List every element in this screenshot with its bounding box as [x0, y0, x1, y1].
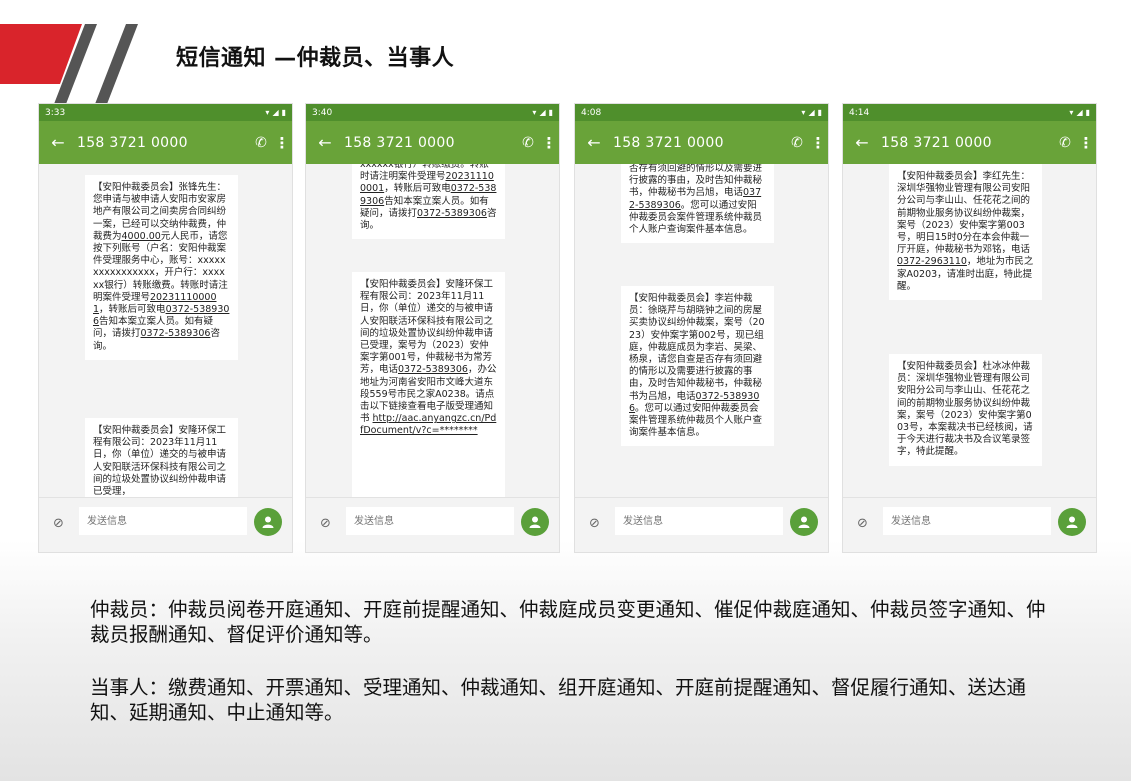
contact-number: 158 3721 0000	[613, 134, 724, 151]
person-icon	[262, 516, 274, 528]
attach-icon[interactable]: ⊘	[857, 516, 868, 531]
compose-bar: ⊘	[843, 497, 1096, 552]
message-text: 。您可以通过安阳仲裁委员会案件管理系统仲裁员个人账户查询案件基本信息。	[629, 402, 763, 439]
conversation-toolbar: ← 158 3721 0000 ✆ ⋮	[575, 121, 828, 164]
wifi-icon: ▾	[265, 108, 270, 117]
page-title: 短信通知 —仲裁员、当事人	[176, 46, 455, 71]
status-icons: ▾ ◢ ▮	[1069, 108, 1090, 117]
attach-icon[interactable]: ⊘	[320, 516, 331, 531]
contact-number: 158 3721 0000	[77, 134, 188, 151]
back-arrow-icon[interactable]: ←	[575, 133, 613, 152]
status-icons: ▾ ◢ ▮	[801, 108, 822, 117]
brand-logo	[0, 24, 138, 104]
message-thread[interactable]: xxxxxx银行）转账缴费。转账时请注明案件受理号202311100001，转账…	[306, 164, 559, 498]
compose-bar: ⊘	[575, 497, 828, 552]
contact-avatar-button[interactable]	[521, 508, 549, 536]
message-link[interactable]: 0372-5389306	[398, 364, 468, 375]
message-text: ，转账后可致电	[384, 183, 451, 195]
compose-bar: ⊘	[39, 497, 292, 552]
status-icons: ▾ ◢ ▮	[265, 108, 286, 117]
status-time: 4:08	[581, 107, 602, 118]
battery-icon: ▮	[548, 108, 553, 117]
message-link[interactable]: 0372-2963110	[897, 256, 967, 267]
signal-icon: ◢	[539, 108, 546, 117]
status-bar: 4:08 ▾ ◢ ▮	[575, 104, 828, 121]
status-bar: 3:33 ▾ ◢ ▮	[39, 104, 292, 121]
message-text: ，转账后可致电	[99, 304, 166, 316]
more-options-icon[interactable]: ⋮	[808, 134, 828, 152]
status-time: 4:14	[849, 107, 870, 118]
message-thread[interactable]: 否存有须回避的情形以及需要进行披露的事由，及时告知仲裁秘书，仲裁秘书为吕旭，电话…	[575, 164, 828, 498]
battery-icon: ▮	[281, 108, 286, 117]
contact-avatar-button[interactable]	[1058, 508, 1086, 536]
contact-avatar-button[interactable]	[254, 508, 282, 536]
message-link[interactable]: 4000.00	[122, 231, 161, 242]
logo-gray-stripe-2	[95, 24, 138, 104]
message-text: 【安阳仲裁委员会】李红先生：深圳华强物业管理有限公司安阳分公司与李山山、任花花之…	[897, 171, 1031, 256]
attach-icon[interactable]: ⊘	[589, 516, 600, 531]
call-icon[interactable]: ✆	[1054, 135, 1076, 151]
battery-icon: ▮	[1085, 108, 1090, 117]
call-icon[interactable]: ✆	[517, 135, 539, 151]
back-arrow-icon[interactable]: ←	[306, 133, 344, 152]
message-bubble: 【安阳仲裁委员会】李岩仲裁员：徐晓芹与胡晓钟之间的房屋买卖协议纠纷仲裁案，案号（…	[621, 286, 774, 447]
wifi-icon: ▾	[801, 108, 806, 117]
party-notifications-caption: 当事人：缴费通知、开票通知、受理通知、仲裁通知、组开庭通知、开庭前提醒通知、督促…	[90, 676, 1027, 724]
status-time: 3:33	[45, 107, 66, 118]
message-input[interactable]	[346, 507, 514, 535]
message-bubble: 【安阳仲裁委员会】李红先生：深圳华强物业管理有限公司安阳分公司与李山山、任花花之…	[889, 164, 1042, 301]
message-thread[interactable]: 【安阳仲裁委员会】李红先生：深圳华强物业管理有限公司安阳分公司与李山山、任花花之…	[843, 164, 1096, 498]
more-options-icon[interactable]: ⋮	[272, 134, 292, 152]
conversation-toolbar: ← 158 3721 0000 ✆ ⋮	[843, 121, 1096, 164]
person-icon	[1066, 516, 1078, 528]
message-link[interactable]: 0372-5389306	[141, 328, 211, 339]
compose-bar: ⊘	[306, 497, 559, 552]
message-bubble: 【安阳仲裁委员会】安隆环保工程有限公司：2023年11月11日，你（单位）递交的…	[85, 418, 238, 498]
message-link[interactable]: http://aac.anyangzc.cn/PdfDocument/v?c=*…	[360, 413, 496, 436]
status-bar: 3:40 ▾ ◢ ▮	[306, 104, 559, 121]
phone-screenshot-4: 4:14 ▾ ◢ ▮ ← 158 3721 0000 ✆ ⋮ 【安阳仲裁委员会】…	[843, 104, 1096, 552]
message-text: 【安阳仲裁委员会】安隆环保工程有限公司：2023年11月11日，你（单位）递交的…	[360, 279, 494, 376]
message-bubble: 【安阳仲裁委员会】杜冰冰仲裁员：深圳华强物业管理有限公司安阳分公司与李山山、任花…	[889, 354, 1042, 466]
phone-screenshot-1: 3:33 ▾ ◢ ▮ ← 158 3721 0000 ✆ ⋮ 【安阳仲裁委员会】…	[39, 104, 292, 552]
message-text: 【安阳仲裁委员会】李岩仲裁员：徐晓芹与胡晓钟之间的房屋买卖协议纠纷仲裁案，案号（…	[629, 293, 765, 402]
message-bubble: 否存有须回避的情形以及需要进行披露的事由，及时告知仲裁秘书，仲裁秘书为吕旭，电话…	[621, 164, 774, 244]
more-options-icon[interactable]: ⋮	[539, 134, 559, 152]
message-bubble: 【安阳仲裁委员会】安隆环保工程有限公司：2023年11月11日，你（单位）递交的…	[352, 272, 505, 498]
call-icon[interactable]: ✆	[786, 135, 808, 151]
signal-icon: ◢	[1076, 108, 1083, 117]
battery-icon: ▮	[817, 108, 822, 117]
person-icon	[529, 516, 541, 528]
phone-screenshot-3: 4:08 ▾ ◢ ▮ ← 158 3721 0000 ✆ ⋮ 否存有须回避的情形…	[575, 104, 828, 552]
status-time: 3:40	[312, 107, 333, 118]
status-icons: ▾ ◢ ▮	[532, 108, 553, 117]
contact-avatar-button[interactable]	[790, 508, 818, 536]
more-options-icon[interactable]: ⋮	[1076, 134, 1096, 152]
wifi-icon: ▾	[1069, 108, 1074, 117]
back-arrow-icon[interactable]: ←	[843, 133, 881, 152]
message-text: 【安阳仲裁委员会】杜冰冰仲裁员：深圳华强物业管理有限公司安阳分公司与李山山、任花…	[897, 361, 1033, 458]
arbitrator-notifications-caption: 仲裁员：仲裁员阅卷开庭通知、开庭前提醒通知、仲裁庭成员变更通知、催促仲裁庭通知、…	[90, 598, 1046, 646]
contact-number: 158 3721 0000	[881, 134, 992, 151]
wifi-icon: ▾	[532, 108, 537, 117]
message-text: 【安阳仲裁委员会】安隆环保工程有限公司：2023年11月11日，你（单位）递交的…	[93, 425, 227, 498]
message-link[interactable]: 0372-5389306	[417, 208, 487, 219]
signal-icon: ◢	[272, 108, 279, 117]
phone-screenshot-2: 3:40 ▾ ◢ ▮ ← 158 3721 0000 ✆ ⋮ xxxxxx银行）…	[306, 104, 559, 552]
message-input[interactable]	[615, 507, 783, 535]
call-icon[interactable]: ✆	[250, 135, 272, 151]
message-input[interactable]	[79, 507, 247, 535]
message-bubble: 【安阳仲裁委员会】张锋先生：您申请与被申请人安阳市安家房地产有限公司之间卖房合同…	[85, 175, 238, 360]
back-arrow-icon[interactable]: ←	[39, 133, 77, 152]
message-input[interactable]	[883, 507, 1051, 535]
conversation-toolbar: ← 158 3721 0000 ✆ ⋮	[39, 121, 292, 164]
attach-icon[interactable]: ⊘	[53, 516, 64, 531]
message-thread[interactable]: 【安阳仲裁委员会】张锋先生：您申请与被申请人安阳市安家房地产有限公司之间卖房合同…	[39, 164, 292, 498]
status-bar: 4:14 ▾ ◢ ▮	[843, 104, 1096, 121]
signal-icon: ◢	[808, 108, 815, 117]
conversation-toolbar: ← 158 3721 0000 ✆ ⋮	[306, 121, 559, 164]
contact-number: 158 3721 0000	[344, 134, 455, 151]
message-bubble: xxxxxx银行）转账缴费。转账时请注明案件受理号202311100001，转账…	[352, 164, 505, 240]
person-icon	[798, 516, 810, 528]
